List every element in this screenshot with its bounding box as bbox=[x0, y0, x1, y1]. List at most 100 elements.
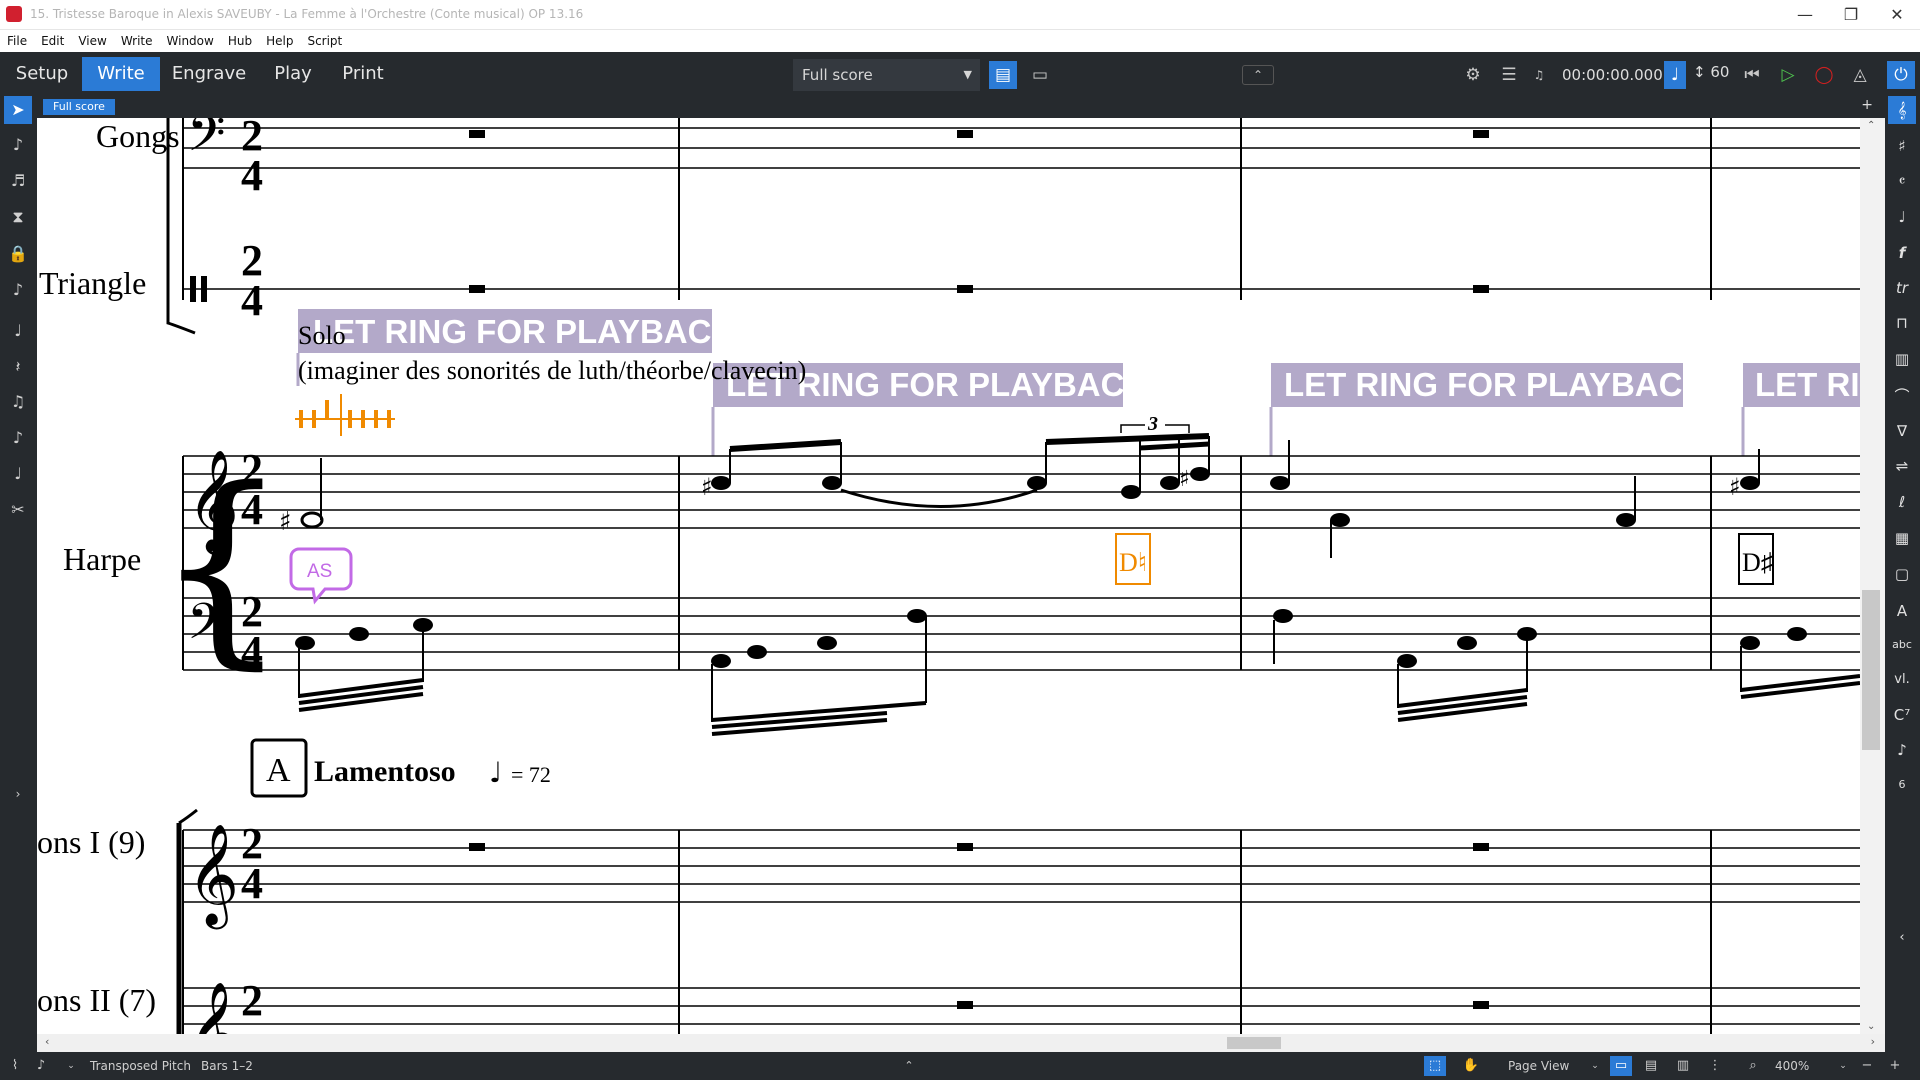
figured-bass-icon[interactable]: 6 bbox=[1888, 771, 1916, 799]
accidentals-icon[interactable]: ♯ bbox=[1888, 132, 1916, 160]
vertical-scroll-thumb[interactable] bbox=[1862, 590, 1880, 750]
horizontal-scrollbar[interactable]: ‹ › bbox=[37, 1034, 1885, 1052]
zoom-in-icon[interactable]: + bbox=[1884, 1056, 1906, 1076]
tempo-icon[interactable]: ♩ bbox=[1888, 203, 1916, 231]
notes-icon[interactable]: ♫ bbox=[1525, 61, 1553, 89]
play-icon[interactable]: ▷ bbox=[1774, 61, 1802, 89]
pitch-mode[interactable]: Transposed Pitch bbox=[90, 1059, 191, 1073]
grace-icon[interactable]: ♪ bbox=[4, 276, 32, 304]
horizontal-scroll-icon[interactable]: ▥ bbox=[1672, 1056, 1694, 1076]
menu-script[interactable]: Script bbox=[300, 30, 349, 52]
harp-pedal-icon[interactable]: ℓ bbox=[1888, 488, 1916, 516]
tempo-text[interactable]: Lamentoso bbox=[314, 755, 456, 788]
minimize-button[interactable]: — bbox=[1782, 2, 1828, 28]
tuplet-icon[interactable]: ♫ bbox=[4, 388, 32, 416]
rewind-icon[interactable]: ⏮ bbox=[1738, 61, 1766, 89]
mode-write[interactable]: Write bbox=[82, 57, 160, 91]
vertical-scrollbar[interactable]: ⌃ ⌄ bbox=[1860, 118, 1885, 1034]
menu-window[interactable]: Window bbox=[160, 30, 221, 52]
expand-left-panel-icon[interactable]: › bbox=[4, 780, 32, 808]
slur-icon[interactable]: ⌒ bbox=[1888, 382, 1916, 410]
rest-icon[interactable]: 𝄽 bbox=[4, 353, 32, 381]
scroll-left-icon[interactable]: ‹ bbox=[45, 1035, 49, 1048]
hand-tool-icon[interactable]: ✋ bbox=[1460, 1056, 1482, 1076]
record-icon[interactable]: ◯ bbox=[1810, 61, 1838, 89]
select-tool-icon[interactable]: ➤ bbox=[4, 96, 32, 124]
stem-icon[interactable]: ♪ bbox=[4, 424, 32, 452]
mode-engrave[interactable]: Engrave bbox=[166, 57, 252, 91]
slash-icon[interactable]: ♩ bbox=[4, 460, 32, 488]
lock-icon[interactable]: 🔒 bbox=[4, 240, 32, 268]
time-signature-icon[interactable]: 𝄴 bbox=[1888, 167, 1916, 195]
page-view-selector[interactable]: Page View bbox=[1508, 1059, 1569, 1073]
zoom-out-icon[interactable]: − bbox=[1856, 1056, 1878, 1076]
cues-icon[interactable]: vl. bbox=[1888, 666, 1916, 694]
layout-selector[interactable]: Full score ▼ bbox=[793, 59, 980, 91]
tremolo-icon[interactable]: ⇌ bbox=[1888, 452, 1916, 480]
power-icon[interactable]: ⏻ bbox=[1887, 61, 1915, 89]
galley-view-icon[interactable]: ▤ bbox=[989, 61, 1017, 89]
scissors-icon[interactable]: ✂ bbox=[4, 496, 32, 524]
scroll-up-icon[interactable]: ⌃ bbox=[1867, 120, 1875, 131]
chevron-down-icon[interactable]: ⌄ bbox=[1584, 1056, 1606, 1076]
caret-icon[interactable]: ⌇ bbox=[4, 1056, 26, 1076]
chevron-down-icon[interactable]: ⌄ bbox=[1832, 1056, 1854, 1076]
solo-text[interactable]: Solo bbox=[298, 321, 346, 350]
menu-hub[interactable]: Hub bbox=[221, 30, 259, 52]
chord-symbols-icon[interactable]: C⁷ bbox=[1888, 701, 1916, 729]
chords-icon[interactable]: ♬ bbox=[4, 167, 32, 195]
chevron-up-icon[interactable]: ⌃ bbox=[898, 1056, 920, 1076]
repeats-icon[interactable]: ⊓ bbox=[1888, 309, 1916, 337]
quarter-note-icon[interactable]: ♩ bbox=[1664, 61, 1686, 89]
zoom-icon[interactable]: ⌕ bbox=[1742, 1056, 1764, 1076]
let-ring-label[interactable]: LET RING FOR PLAYBACK bbox=[313, 313, 735, 350]
harp-pedal-orange[interactable]: D♮ bbox=[1119, 548, 1147, 577]
harp-pedal-diagram[interactable] bbox=[295, 394, 395, 436]
dynamics-icon[interactable]: f bbox=[1888, 239, 1916, 267]
bars-icon[interactable]: ▥ bbox=[1888, 345, 1916, 373]
page-view-icon[interactable]: ▭ bbox=[1026, 61, 1054, 89]
menu-help[interactable]: Help bbox=[259, 30, 300, 52]
expression-text[interactable]: (imaginer des sonorités de luth/théorbe/… bbox=[298, 356, 806, 385]
restore-button[interactable]: ❐ bbox=[1828, 2, 1874, 28]
key-signatures-icon[interactable]: 𝄞 bbox=[1888, 96, 1916, 124]
add-tab-icon[interactable]: + bbox=[1861, 97, 1873, 113]
note-icon[interactable]: ♩ bbox=[4, 317, 32, 345]
spreads-icon[interactable]: ▭ bbox=[1610, 1056, 1632, 1076]
menu-view[interactable]: View bbox=[71, 30, 113, 52]
mode-setup[interactable]: Setup bbox=[6, 57, 78, 91]
zoom-level[interactable]: 400% bbox=[1775, 1059, 1809, 1073]
mixer-icon[interactable]: ☰ bbox=[1495, 61, 1523, 89]
playing-technique-icon[interactable]: ▦ bbox=[1888, 524, 1916, 552]
comments-icon[interactable]: ▢ bbox=[1888, 560, 1916, 588]
expand-right-panel-icon[interactable]: ‹ bbox=[1888, 924, 1916, 952]
chevron-down-icon[interactable]: ⌄ bbox=[60, 1056, 82, 1076]
let-ring-label[interactable]: LET RI bbox=[1755, 366, 1860, 403]
scroll-right-icon[interactable]: › bbox=[1871, 1035, 1875, 1048]
scroll-down-icon[interactable]: ⌄ bbox=[1867, 1021, 1875, 1032]
holds-icon[interactable]: ∇ bbox=[1888, 417, 1916, 445]
insert-icon[interactable]: ♪ bbox=[4, 131, 32, 159]
harp-bass-notes[interactable] bbox=[295, 609, 1860, 736]
tab-full-score[interactable]: Full score bbox=[43, 99, 115, 115]
rehearsal-mark[interactable]: A bbox=[266, 752, 291, 789]
ornaments-icon[interactable]: tr bbox=[1888, 274, 1916, 302]
mode-play[interactable]: Play bbox=[262, 57, 324, 91]
chevron-up-icon[interactable]: ⌃ bbox=[1242, 65, 1274, 85]
harp-pedal-black[interactable]: D♯ bbox=[1742, 548, 1774, 577]
note-input-icon[interactable]: ♪ bbox=[30, 1056, 52, 1076]
harp-notes[interactable]: ♯ ♯ ♯ ♯ bbox=[279, 433, 1760, 558]
video-icon[interactable]: ⚙ bbox=[1459, 61, 1487, 89]
menu-write[interactable]: Write bbox=[114, 30, 160, 52]
vertical-scroll-icon[interactable]: ▤ bbox=[1640, 1056, 1662, 1076]
notes-right-icon[interactable]: ♪ bbox=[1888, 736, 1916, 764]
menu-edit[interactable]: Edit bbox=[34, 30, 71, 52]
text-icon[interactable]: A bbox=[1888, 597, 1916, 625]
mode-print[interactable]: Print bbox=[332, 57, 394, 91]
lyrics-icon[interactable]: abc bbox=[1888, 631, 1916, 659]
more-icon[interactable]: ⋮ bbox=[1704, 1056, 1726, 1076]
score-view[interactable]: Gongs 𝄢 2 4 Triangle 2 4 LET RING FOR PL… bbox=[37, 118, 1860, 1034]
force-duration-icon[interactable]: ⧗ bbox=[4, 203, 32, 231]
select-mode-icon[interactable]: ⬚ bbox=[1424, 1056, 1446, 1076]
close-button[interactable]: ✕ bbox=[1874, 2, 1920, 28]
